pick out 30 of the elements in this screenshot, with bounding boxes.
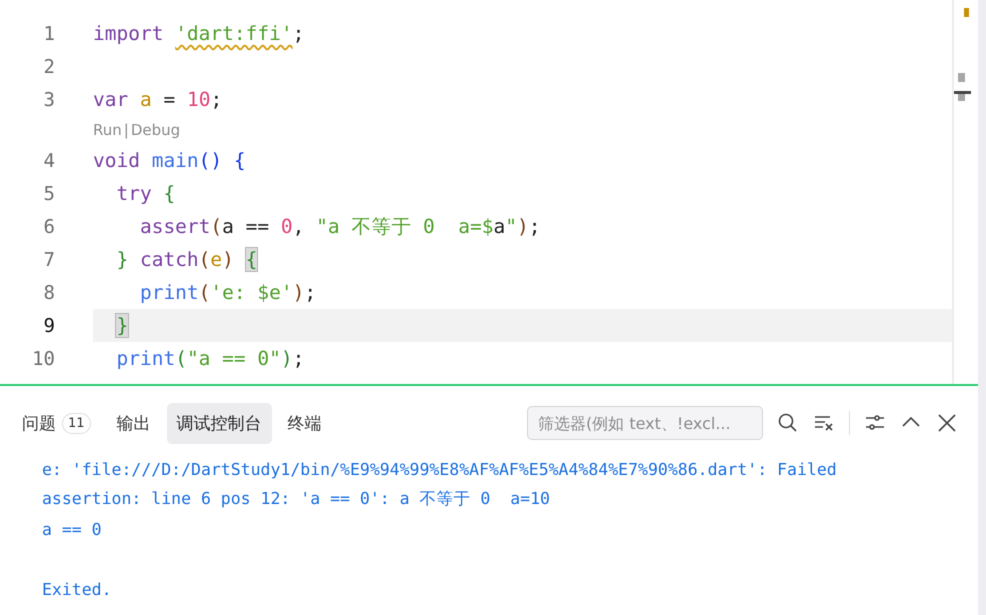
code-line: void main() { bbox=[93, 149, 246, 172]
separator-text: | bbox=[124, 121, 129, 139]
search-icon[interactable] bbox=[777, 412, 799, 434]
line-number: 10 bbox=[31, 348, 56, 370]
code-line: var a = 10; bbox=[93, 88, 222, 111]
code-line: print('e: $e'); bbox=[138, 281, 316, 304]
line-number: 3 bbox=[42, 88, 56, 110]
panel-tab[interactable]: 调试控制台 bbox=[166, 402, 272, 444]
close-icon[interactable] bbox=[936, 412, 958, 434]
filter-field[interactable]: 筛选器(例如 text、!excl... bbox=[527, 406, 763, 440]
code-line: print("a == 0"); bbox=[115, 347, 304, 370]
code-line: assert(a == 0, "a 不等于 0 a=$a"); bbox=[138, 215, 540, 238]
line-number: 4 bbox=[42, 150, 56, 172]
code-line: } catch(e) { bbox=[115, 248, 258, 271]
count-badge: 11 bbox=[62, 412, 91, 434]
panel-tab[interactable]: 输出 bbox=[106, 402, 161, 444]
panel-tab[interactable]: 终端 bbox=[278, 402, 332, 444]
exit-message: Exited. bbox=[42, 580, 112, 598]
line-number: 2 bbox=[42, 56, 56, 78]
code-line: import 'dart:ffi'; bbox=[93, 22, 304, 45]
console-output-line: e: 'file:///D:/DartStudy1/bin/%E9%94%99%E8%AF%AF%E5%A4%84%E7%90%86.dart': Failed bbox=[42, 460, 837, 478]
console-output-line: a == 0 bbox=[42, 520, 102, 538]
line-number: 8 bbox=[42, 282, 56, 304]
line-number: 5 bbox=[42, 182, 56, 204]
panel-tab[interactable]: 问题 11 bbox=[12, 402, 101, 444]
line-number: 6 bbox=[42, 216, 56, 238]
line-number: 1 bbox=[42, 22, 56, 44]
code-line: try { bbox=[115, 182, 176, 205]
line-number: 7 bbox=[42, 248, 56, 270]
console-output-line: assertion: line 6 pos 12: 'a == 0': a 不等于 0 a=10 bbox=[42, 488, 550, 510]
